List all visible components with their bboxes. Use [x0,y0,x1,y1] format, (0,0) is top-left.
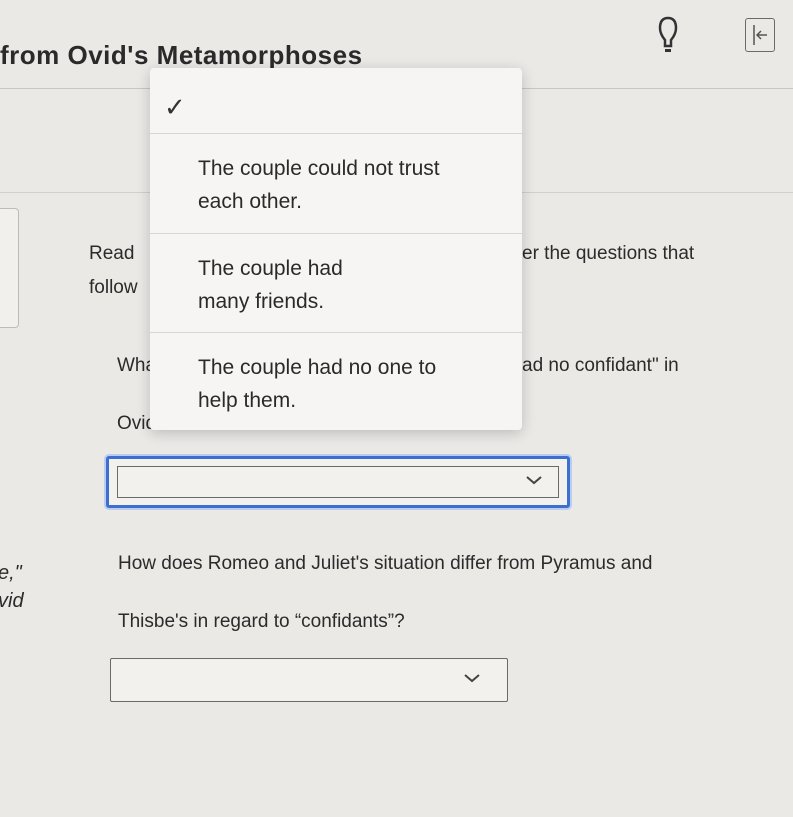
dropdown-menu[interactable]: ✓ The couple could not trust each other.… [150,68,522,430]
menu-option-line: The couple had [198,257,343,280]
answer-select-2[interactable] [110,658,508,702]
instruction-text: Read [89,243,135,264]
instruction-text-follow: follow [89,277,138,298]
chevron-down-icon [464,674,480,683]
passage-fragment: e," [0,562,22,584]
lightbulb-icon[interactable] [652,16,684,64]
question-1-text-right: ad no confidant" in [522,355,679,376]
answer-select-1-field[interactable] [117,466,559,498]
menu-option-line: help them. [198,389,297,412]
menu-separator [150,133,522,134]
passage-fragment: vid [0,590,24,612]
chevron-down-icon [526,476,542,485]
side-panel-edge [0,208,19,328]
menu-option-no-one-to-help[interactable]: The couple had no one to help them. [198,351,508,417]
instruction-text-right: er the questions that [522,243,695,264]
menu-option-could-not-trust[interactable]: The couple could not trust each other. [198,152,508,218]
menu-separator [150,332,522,333]
menu-option-many-friends[interactable]: The couple had many friends. [198,252,508,318]
page-title: from Ovid's Metamorphoses [0,40,363,70]
menu-option-line: each other. [198,190,302,213]
collapse-panel-icon [753,25,767,45]
collapse-panel-button[interactable] [745,18,775,52]
answer-select-1[interactable] [106,456,570,508]
checkmark-icon: ✓ [164,92,186,122]
menu-option-line: many friends. [198,290,325,313]
menu-option-line: The couple had no one to [198,356,437,379]
menu-separator [150,233,522,234]
menu-option-line: The couple could not trust [198,157,440,180]
question-2-line-1: How does Romeo and Juliet's situation di… [118,553,653,574]
question-2-line-2: Thisbe's in regard to “confidants”? [118,611,405,632]
